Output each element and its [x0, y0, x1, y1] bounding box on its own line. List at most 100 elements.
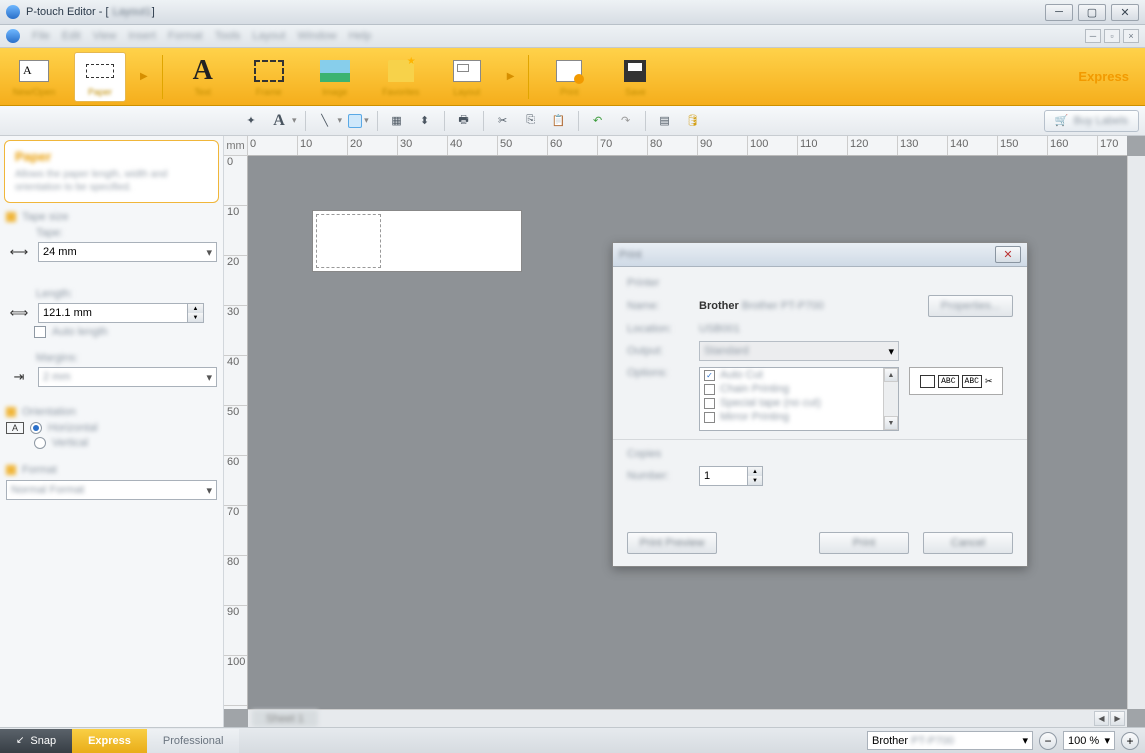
menu-insert[interactable]: Insert — [128, 30, 156, 42]
zoom-out[interactable]: − — [1039, 732, 1057, 750]
print-button[interactable]: Print — [819, 532, 909, 554]
mode-express[interactable]: Express — [72, 729, 147, 753]
format-value: Normal Format — [11, 484, 84, 496]
menu-help[interactable]: Help — [349, 30, 372, 42]
length-icon: ⟺ — [6, 304, 32, 322]
zoom-combo[interactable]: 100 %▾ — [1063, 731, 1115, 750]
ribbon-paper[interactable]: Paper — [74, 52, 126, 102]
mdi-restore[interactable]: ▫ — [1104, 29, 1120, 43]
label-document[interactable] — [312, 210, 522, 272]
menu-file[interactable]: File — [32, 30, 50, 42]
options-scroll-down[interactable]: ▼ — [884, 416, 898, 430]
output-label: Output: — [627, 345, 699, 357]
tool-line[interactable]: ╲ — [314, 110, 336, 132]
ribbon-frame[interactable]: Frame — [243, 52, 295, 102]
canvas[interactable]: Print ✕ Printer Name: Brother Brother PT… — [248, 156, 1127, 709]
properties-button[interactable]: Properties... — [928, 295, 1013, 317]
ribbon-new[interactable]: New/Open — [8, 52, 60, 102]
buy-labels-text: Buy Labels — [1074, 115, 1128, 127]
orientation-icon: A — [6, 422, 24, 434]
option-auto-cut[interactable]: ✓Auto Cut — [700, 368, 898, 382]
margins-combo[interactable]: 2 mm▾ — [38, 367, 217, 387]
canvas-area: mm 0102030405060708090100110120130140150… — [224, 136, 1145, 727]
paper-card-desc: Allows the paper length, width and orien… — [15, 168, 208, 194]
ribbon-text[interactable]: AText — [177, 52, 229, 102]
length-value: 121.1 mm — [43, 307, 92, 319]
copies-down[interactable]: ▼ — [748, 476, 762, 485]
ribbon-layout[interactable]: Layout — [441, 52, 493, 102]
options-scroll-up[interactable]: ▲ — [884, 368, 898, 382]
tool-redo[interactable]: ↷ — [615, 110, 637, 132]
print-preview-button[interactable]: Print Preview — [627, 532, 717, 554]
ribbon-expand-2[interactable]: ▶ — [507, 71, 515, 82]
tool-database[interactable]: 🛢 — [682, 110, 704, 132]
margins-label: Margins: — [36, 352, 78, 364]
tape-label: Tape: — [36, 227, 63, 239]
dialog-close-button[interactable]: ✕ — [995, 246, 1021, 263]
option-special[interactable]: Special tape (no cut) — [700, 396, 898, 410]
length-up[interactable]: ▲ — [188, 304, 203, 313]
tool-grid[interactable]: ▤ — [654, 110, 676, 132]
minimize-button[interactable]: ─ — [1045, 4, 1073, 21]
tool-pointer[interactable]: ✦ — [240, 110, 262, 132]
menu-layout[interactable]: Layout — [252, 30, 285, 42]
close-button[interactable]: ✕ — [1111, 4, 1139, 21]
vertical-scrollbar[interactable] — [1127, 156, 1145, 709]
copies-input[interactable]: 1 ▲▼ — [699, 466, 763, 486]
menu-window[interactable]: Window — [297, 30, 336, 42]
horizontal-radio[interactable] — [30, 422, 42, 434]
format-combo[interactable]: Normal Format▾ — [6, 480, 217, 500]
output-combo[interactable]: Standard▾ — [699, 341, 899, 361]
horizontal-label: Horizontal — [48, 422, 98, 434]
printer-name-label: Name: — [627, 300, 699, 312]
option-mirror[interactable]: Mirror Printing — [700, 410, 898, 424]
zoom-in[interactable]: + — [1121, 732, 1139, 750]
ribbon-image[interactable]: Image — [309, 52, 361, 102]
ribbon-expand-1[interactable]: ▶ — [140, 71, 148, 82]
mdi-minimize[interactable]: ─ — [1085, 29, 1101, 43]
horizontal-ruler[interactable]: 0102030405060708090100110120130140150160… — [248, 136, 1127, 156]
scroll-right[interactable]: ▶ — [1110, 711, 1125, 726]
vertical-label: Vertical — [52, 437, 88, 449]
options-list[interactable]: ✓Auto Cut Chain Printing Special tape (n… — [699, 367, 899, 431]
vertical-ruler[interactable]: 0102030405060708090100 — [224, 156, 248, 709]
menu-view[interactable]: View — [93, 30, 117, 42]
mode-professional[interactable]: Professional — [147, 729, 240, 753]
horizontal-scrollbar[interactable]: Sheet 1 ◀ ▶ — [248, 709, 1127, 727]
vertical-radio[interactable] — [34, 437, 46, 449]
tool-copy[interactable]: ⎘ — [520, 110, 542, 132]
menu-tools[interactable]: Tools — [215, 30, 241, 42]
cancel-button[interactable]: Cancel — [923, 532, 1013, 554]
ribbon-print[interactable]: Print — [543, 52, 595, 102]
menu-edit[interactable]: Edit — [62, 30, 81, 42]
tool-cut[interactable]: ✂ — [492, 110, 514, 132]
mdi-icon[interactable] — [6, 29, 20, 43]
dialog-titlebar[interactable]: Print ✕ — [613, 243, 1027, 267]
auto-length-checkbox[interactable] — [34, 326, 46, 338]
sheet-tab[interactable]: Sheet 1 — [252, 710, 318, 727]
tool-paste[interactable]: 📋 — [548, 110, 570, 132]
copies-up[interactable]: ▲ — [748, 467, 762, 476]
tool-table[interactable]: ▦ — [386, 110, 408, 132]
menu-format[interactable]: Format — [168, 30, 203, 42]
scroll-left[interactable]: ◀ — [1094, 711, 1109, 726]
cart-icon: 🛒 — [1055, 114, 1069, 127]
tool-print[interactable]: 🖶 — [453, 110, 475, 132]
maximize-button[interactable]: ▢ — [1078, 4, 1106, 21]
length-input[interactable]: 121.1 mm ▲▼ — [38, 303, 204, 323]
tool-undo[interactable]: ↶ — [587, 110, 609, 132]
buy-labels-button[interactable]: 🛒 Buy Labels — [1044, 110, 1139, 132]
tool-align[interactable]: ⬍ — [414, 110, 436, 132]
tool-shape[interactable] — [348, 114, 362, 128]
status-printer-combo[interactable]: Brother PT-P700▾ — [867, 731, 1033, 750]
ribbon-save[interactable]: Save — [609, 52, 661, 102]
option-chain[interactable]: Chain Printing — [700, 382, 898, 396]
ruler-unit[interactable]: mm — [224, 136, 248, 156]
printer-section-label: Printer — [627, 277, 699, 289]
length-down[interactable]: ▼ — [188, 313, 203, 322]
mdi-close[interactable]: × — [1123, 29, 1139, 43]
tape-combo[interactable]: 24 mm▾ — [38, 242, 217, 262]
tool-text[interactable]: A — [268, 110, 290, 132]
mode-snap[interactable]: ↙Snap — [0, 729, 72, 753]
ribbon-favorites[interactable]: Favorites — [375, 52, 427, 102]
